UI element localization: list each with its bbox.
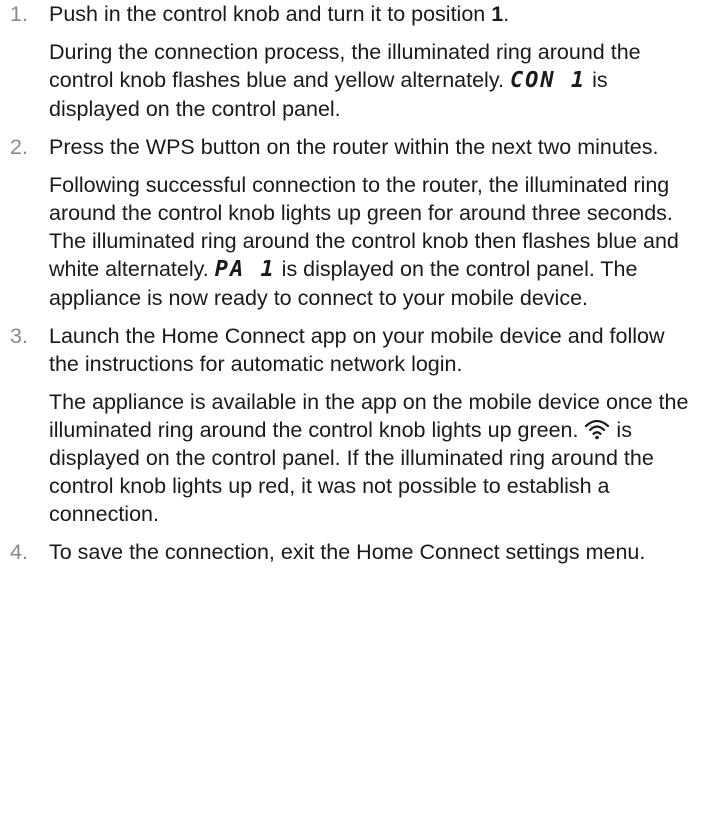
step-number: 2. — [10, 135, 28, 159]
step-4: 4. To save the connection, exit the Home… — [10, 538, 695, 566]
step-instruction: Press the WPS button on the router withi… — [49, 135, 659, 159]
display-code: CON 1 — [509, 68, 587, 93]
position-value: 1 — [491, 2, 504, 26]
step-detail: Following successful connection to the r… — [49, 173, 679, 310]
step-instruction: Push in the control knob and turn it to … — [49, 2, 510, 26]
step-1: 1. Push in the control knob and turn it … — [10, 0, 695, 123]
step-number: 4. — [10, 540, 28, 564]
step-detail: During the connection process, the illum… — [49, 40, 641, 121]
display-code: PA 1 — [214, 257, 276, 282]
instruction-list: 1. Push in the control knob and turn it … — [10, 0, 695, 566]
step-detail: The appliance is available in the app on… — [49, 390, 689, 526]
wifi-icon — [585, 419, 610, 440]
step-instruction: To save the connection, exit the Home Co… — [49, 540, 646, 564]
step-instruction: Launch the Home Connect app on your mobi… — [49, 324, 665, 376]
step-number: 3. — [10, 324, 28, 348]
step-2: 2. Press the WPS button on the router wi… — [10, 133, 695, 312]
step-number: 1. — [10, 2, 28, 26]
step-3: 3. Launch the Home Connect app on your m… — [10, 322, 695, 528]
